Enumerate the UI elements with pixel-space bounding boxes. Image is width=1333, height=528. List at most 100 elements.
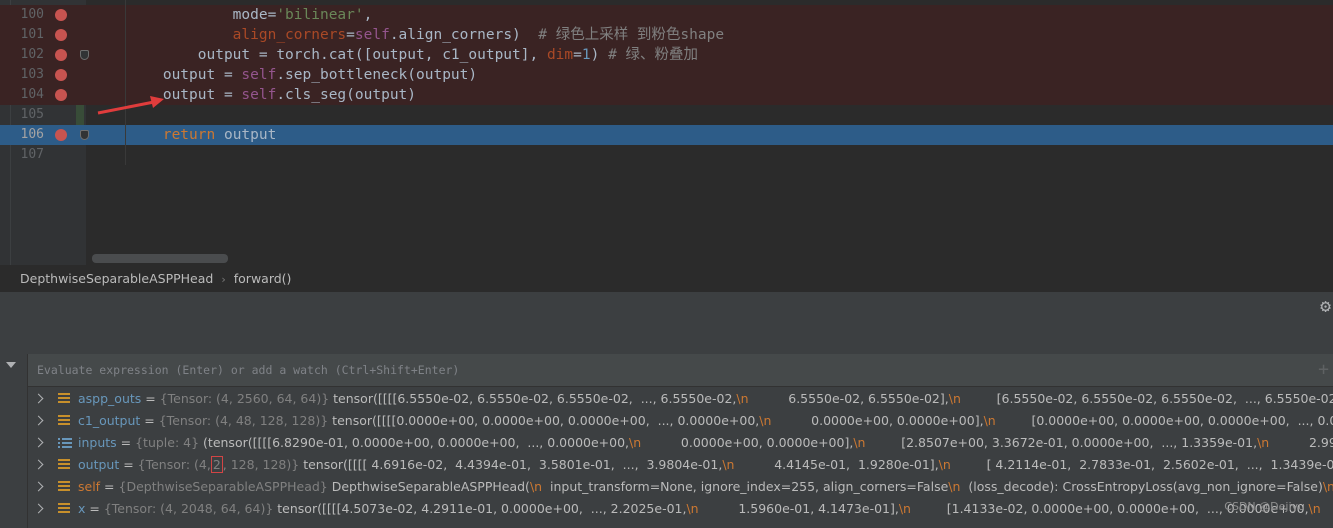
code-line[interactable]: 103 output = self.sep_bottleneck(output)	[0, 65, 1333, 85]
list-icon	[58, 438, 72, 448]
newline-escape: \n	[1257, 435, 1270, 450]
equals-sign: =	[119, 457, 138, 472]
chevron-right-icon[interactable]	[33, 503, 44, 514]
newline-escape: \n	[529, 479, 543, 494]
variable-row[interactable]: x = {Tensor: (4, 2048, 64, 64)} tensor([…	[28, 498, 1333, 520]
newline-escape: \n	[938, 457, 951, 472]
code-line[interactable]: 107	[0, 145, 1333, 165]
equals-sign: =	[100, 479, 119, 494]
line-number[interactable]: 104	[14, 85, 44, 105]
line-number[interactable]: 107	[14, 145, 44, 165]
variable-text: inputs = {tuple: 4} (tensor([[[[6.8290e-…	[78, 432, 1333, 454]
watermark: CSDN @Dejiyu	[1224, 500, 1305, 513]
line-number[interactable]: 102	[14, 45, 44, 65]
variable-row[interactable]: aspp_outs = {Tensor: (4, 2560, 64, 64)} …	[28, 388, 1333, 410]
gear-icon[interactable]: ⚙	[1320, 298, 1331, 316]
line-number[interactable]: 105	[14, 105, 44, 125]
chevron-right-icon[interactable]	[33, 393, 44, 404]
code-text: return output	[93, 125, 277, 145]
code-token: align_corners	[93, 27, 347, 43]
code-token: =	[573, 47, 582, 63]
line-number[interactable]: 103	[14, 65, 44, 85]
code-token: self	[241, 87, 277, 103]
variable-text: output = {Tensor: (4, 2, 128, 128)} tenso…	[78, 454, 1333, 476]
variable-text: c1_output = {Tensor: (4, 48, 128, 128)} …	[78, 410, 1333, 432]
newline-escape: \n	[759, 413, 772, 428]
field-icon	[58, 503, 70, 515]
variable-value-segment: [0.0000e+00, 0.0000e+00, 0.0000e+00, ...…	[1031, 413, 1333, 428]
variable-value-segment: 0.0000e+00, 0.0000e+00],	[771, 413, 984, 428]
code-line[interactable]: 106 return output	[0, 125, 1333, 145]
code-token: mode=	[93, 7, 277, 23]
variable-name: self	[78, 479, 101, 494]
chevron-right-icon[interactable]	[33, 415, 44, 426]
breakpoint-icon[interactable]	[55, 29, 67, 41]
field-icon	[58, 481, 70, 493]
variable-value-segment: (loss_decode): CrossEntropyLoss(avg_non_…	[960, 479, 1323, 494]
code-token: 1	[581, 47, 591, 63]
evaluate-expression-bar: +	[28, 354, 1333, 387]
breakpoint-icon[interactable]	[55, 129, 67, 141]
code-token: self	[354, 27, 390, 43]
variable-value-segment: 1.5960e-01, 4.1473e-01],	[698, 501, 899, 516]
variable-value-segment: 0.0000e+00, 0.0000e+00],	[1321, 501, 1333, 516]
equals-sign: =	[116, 435, 136, 450]
breakpoint-icon[interactable]	[55, 89, 67, 101]
breakpoint-icon[interactable]	[55, 9, 67, 21]
field-icon	[58, 415, 70, 427]
variable-value-segment: 4.4145e-01, 1.9280e-01],	[734, 457, 939, 472]
variable-row[interactable]: inputs = {tuple: 4} (tensor([[[[6.8290e-…	[28, 432, 1333, 454]
fold-marker-icon[interactable]	[80, 50, 89, 60]
line-number[interactable]: 101	[14, 25, 44, 45]
code-line[interactable]: 101 align_corners=self.align_corners) # …	[0, 25, 1333, 45]
code-token: .align_corners)	[389, 27, 539, 43]
line-number[interactable]: 106	[14, 125, 44, 145]
variable-value-segment: tensor([[[[ 4.6916e-02, 4.4394e-01, 3.58…	[299, 457, 723, 472]
code-text: output = torch.cat([output, c1_output], …	[93, 45, 698, 65]
variable-text: aspp_outs = {Tensor: (4, 2560, 64, 64)} …	[78, 388, 1333, 410]
evaluate-expression-input[interactable]	[28, 354, 1318, 386]
horizontal-scrollbar[interactable]	[92, 254, 228, 263]
line-number[interactable]: 100	[14, 5, 44, 25]
newline-escape: \n	[736, 391, 749, 406]
newline-escape: \n	[948, 479, 961, 494]
variable-value-segment: [2.8507e+00, 3.3672e-01, 0.0000e+00, ...…	[865, 435, 1258, 450]
variable-value-segment: 6.5550e-02, 6.5550e-02],	[748, 391, 949, 406]
variable-text: x = {Tensor: (4, 2048, 64, 64)} tensor([…	[78, 498, 1333, 520]
code-token: ,	[363, 7, 373, 23]
variable-value-segment: 0.0000e+00, 0.0000e+00],	[641, 435, 854, 450]
breadcrumb-method[interactable]: forward()	[234, 271, 292, 286]
code-line[interactable]: 102 output = torch.cat([output, c1_outpu…	[0, 45, 1333, 65]
code-line[interactable]: 100 mode='bilinear',	[0, 5, 1333, 25]
code-token: =	[346, 27, 355, 43]
code-token: .cls_seg(output)	[276, 87, 417, 103]
chevron-down-icon[interactable]	[6, 362, 16, 368]
newline-escape: \n	[1308, 501, 1321, 516]
newline-escape: \n	[1322, 479, 1333, 494]
variable-row[interactable]: c1_output = {Tensor: (4, 48, 128, 128)} …	[28, 410, 1333, 432]
variable-value-segment: (tensor([[[[6.8290e-01, 0.0000e+00, 0.00…	[199, 435, 630, 450]
breadcrumb: DepthwiseSeparableASPPHead › forward()	[0, 265, 1333, 292]
chevron-right-icon[interactable]	[33, 437, 44, 448]
breadcrumb-class[interactable]: DepthwiseSeparableASPPHead	[20, 271, 213, 286]
variable-value-segment: [ 4.2114e-01, 2.7833e-01, 2.5602e-01, ..…	[950, 457, 1333, 472]
code-editor[interactable]: 100 mode='bilinear', 101 align_corners=se…	[0, 0, 1333, 265]
variable-row[interactable]: output = {Tensor: (4, 2, 128, 128)} tenso…	[28, 454, 1333, 476]
breakpoint-icon[interactable]	[55, 69, 67, 81]
variable-type: {tuple: 4}	[135, 435, 200, 450]
add-watch-icon[interactable]: +	[1318, 361, 1329, 379]
fold-marker-icon[interactable]	[80, 130, 89, 140]
variable-type: , 128, 128)}	[222, 457, 300, 472]
debugger-panel: ⚙ + aspp_outs = {Tensor: (4, 2560, 64, 6…	[0, 292, 1333, 528]
code-line[interactable]: 105	[0, 105, 1333, 125]
variable-row[interactable]: self = {DepthwiseSeparableASPPHead} Dept…	[28, 476, 1333, 498]
code-line[interactable]: 104 output = self.cls_seg(output)	[0, 85, 1333, 105]
code-token: output = torch.cat([output, c1_output],	[93, 47, 547, 63]
field-icon	[58, 459, 70, 471]
chevron-right-icon[interactable]	[33, 481, 44, 492]
newline-escape: \n	[983, 413, 996, 428]
chevron-right-icon[interactable]	[33, 459, 44, 470]
breakpoint-icon[interactable]	[55, 49, 67, 61]
variable-value-segment: tensor([[[[6.5550e-02, 6.5550e-02, 6.555…	[329, 391, 737, 406]
newline-escape: \n	[686, 501, 699, 516]
